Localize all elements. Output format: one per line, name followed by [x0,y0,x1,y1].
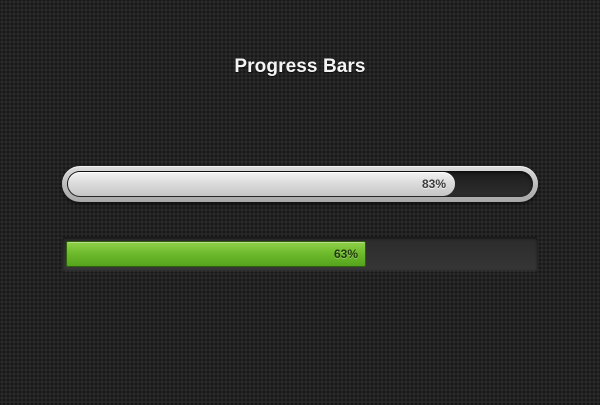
progress-bar-green: 63% [62,237,538,271]
progress-fill: 63% [66,241,366,267]
progress-fill: 83% [68,172,455,196]
progress-bar-silver: 83% [62,166,538,202]
page-title: Progress Bars [234,56,366,77]
progress-percent-label: 63% [333,247,358,261]
progress-track: 83% [67,171,533,197]
progress-percent-label: 83% [421,177,446,191]
